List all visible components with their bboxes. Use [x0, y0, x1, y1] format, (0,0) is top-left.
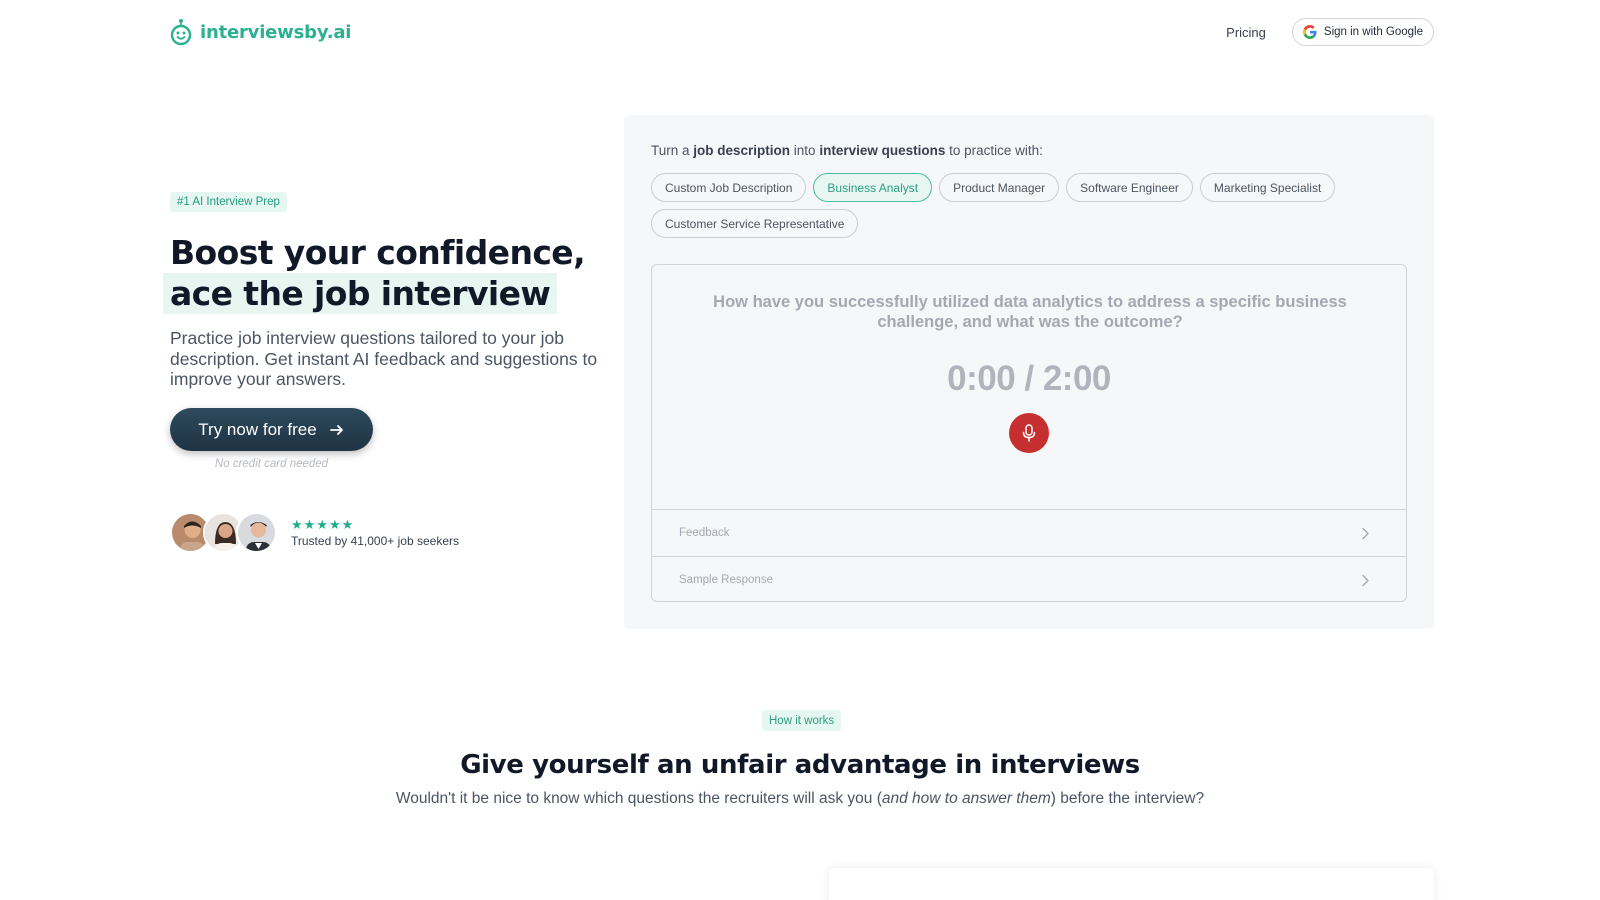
headline-line-2: ace the job interview — [163, 273, 558, 314]
trust-text: Trusted by 41,000+ job seekers — [291, 533, 459, 548]
google-icon — [1302, 25, 1317, 39]
try-now-button[interactable]: Try now for free — [170, 408, 373, 451]
how-it-works-badge: How it works — [762, 710, 842, 731]
google-sign-in-button[interactable]: Sign in with Google — [1291, 18, 1434, 46]
sample-response-accordion[interactable]: Sample Response — [652, 556, 1406, 603]
no-credit-card-note: No credit card needed — [214, 458, 329, 470]
subtitle-before: Wouldn't it be nice to know which questi… — [395, 790, 882, 807]
subtitle-italic: and how to answer them — [881, 790, 1051, 807]
title-suffix: to practice with: — [945, 143, 1043, 158]
interview-question: How have you successfully utilized data … — [713, 293, 1347, 331]
demo-panel-title: Turn a job description into interview qu… — [651, 143, 1043, 158]
how-it-works-title: Give yourself an unfair advantage in int… — [460, 750, 1140, 780]
demo-panel: Turn a job description into interview qu… — [624, 115, 1434, 629]
top-nav: Pricing Sign in with Google — [1226, 18, 1434, 46]
title-mid: into — [790, 143, 820, 158]
chevron-right-icon — [1362, 527, 1369, 539]
try-now-label: Try now for free — [198, 419, 317, 439]
title-prefix: Turn a — [651, 143, 694, 158]
pill-marketing-specialist[interactable]: Marketing Specialist — [1199, 173, 1336, 202]
pill-software-engineer[interactable]: Software Engineer — [1066, 173, 1193, 202]
google-sign-in-label: Sign in with Google — [1323, 26, 1423, 38]
question-card: How have you successfully utilized data … — [651, 264, 1407, 602]
chevron-right-icon — [1362, 574, 1369, 586]
how-it-works-subtitle: Wouldn't it be nice to know which questi… — [0, 790, 1600, 808]
star-icon: ★ — [291, 516, 303, 532]
hero-headline: Boost your confidence, ace the job inter… — [163, 232, 586, 314]
answer-timer: 0:00 / 2:00 — [947, 359, 1111, 398]
robot-logo-icon — [170, 19, 192, 46]
hero-badge: #1 AI Interview Prep — [170, 192, 287, 212]
avatar-group — [170, 512, 277, 553]
record-button[interactable] — [1009, 413, 1049, 453]
sample-response-label: Sample Response — [679, 574, 773, 586]
pill-business-analyst[interactable]: Business Analyst — [813, 173, 933, 202]
arrow-right-icon — [329, 424, 343, 435]
microphone-icon — [1022, 424, 1036, 442]
nav-pricing-link[interactable]: Pricing — [1226, 25, 1266, 40]
site-header: interviewsby.ai Pricing Sign in with Goo… — [170, 14, 1434, 50]
hero-subtext: Practice job interview questions tailore… — [170, 328, 598, 389]
avatar — [236, 512, 277, 553]
role-pills: Custom Job Description Business Analyst … — [651, 173, 1371, 238]
rating-stars: ★ ★ ★ ★ ★ — [291, 518, 459, 531]
brand[interactable]: interviewsby.ai — [170, 18, 351, 46]
headline-line-1: Boost your confidence, — [170, 233, 586, 272]
star-icon: ★ — [303, 516, 316, 532]
brand-name: interviewsby.ai — [200, 21, 352, 43]
feedback-label: Feedback — [679, 527, 730, 539]
subtitle-after: ) before the interview? — [1050, 790, 1205, 807]
title-bold-interview-questions: interview questions — [819, 143, 946, 158]
pill-customer-service-representative[interactable]: Customer Service Representative — [651, 209, 859, 238]
star-icon: ★ — [341, 516, 354, 532]
preview-card — [829, 868, 1434, 900]
pill-product-manager[interactable]: Product Manager — [939, 173, 1060, 202]
trust-block: ★ ★ ★ ★ ★ Trusted by 41,000+ job seekers — [291, 518, 459, 548]
star-icon: ★ — [316, 516, 328, 532]
star-icon: ★ — [328, 516, 341, 532]
title-bold-job-description: job description — [693, 143, 791, 158]
pill-custom-job-description[interactable]: Custom Job Description — [651, 173, 807, 202]
social-proof: ★ ★ ★ ★ ★ Trusted by 41,000+ job seekers — [170, 512, 459, 553]
feedback-accordion[interactable]: Feedback — [652, 509, 1406, 556]
